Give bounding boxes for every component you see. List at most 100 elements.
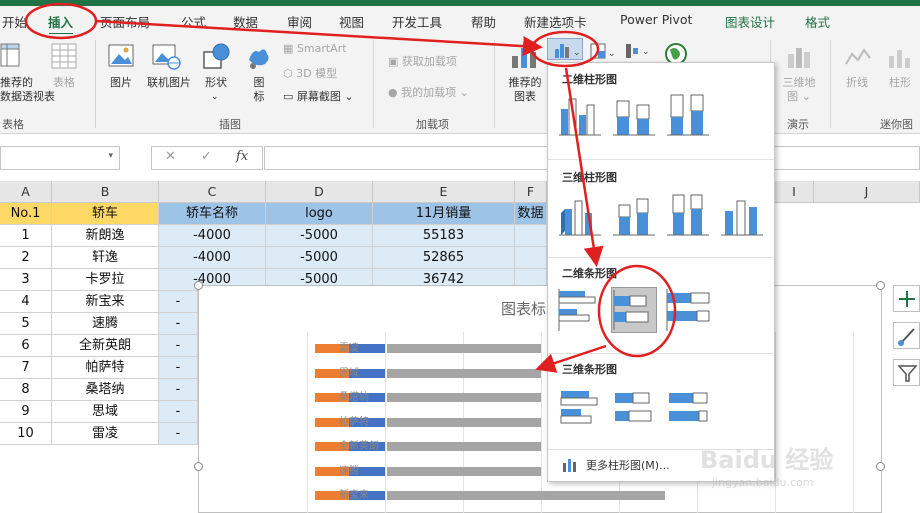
tab-format[interactable]: 格式 bbox=[805, 12, 830, 31]
header-cell[interactable]: 轿车 bbox=[52, 203, 159, 225]
bar-segment-gray[interactable] bbox=[387, 393, 541, 402]
tab-page-layout[interactable]: 页面布局 bbox=[100, 12, 150, 31]
chart-resize-handle[interactable] bbox=[876, 462, 885, 471]
percent-stacked-column-option[interactable] bbox=[665, 91, 711, 137]
table-cell[interactable]: 55183 bbox=[373, 225, 515, 247]
table-cell[interactable]: - bbox=[159, 291, 198, 313]
table-cell[interactable]: 全新英朗 bbox=[52, 335, 159, 357]
column-header[interactable]: I bbox=[775, 181, 814, 203]
table-cell[interactable]: - bbox=[159, 357, 198, 379]
waterfall-chart-icon[interactable]: ⌄ bbox=[623, 40, 653, 62]
table-cell[interactable]: 思域 bbox=[52, 401, 159, 423]
chart-filters-button[interactable] bbox=[893, 359, 920, 386]
table-cell[interactable]: 10 bbox=[0, 423, 52, 445]
tab-formulas[interactable]: 公式 bbox=[181, 12, 206, 31]
name-box-chevron-icon[interactable]: ▾ bbox=[108, 151, 113, 161]
bar-segment-gray[interactable] bbox=[387, 491, 665, 500]
cancel-icon[interactable]: ✕ bbox=[165, 149, 176, 164]
column-header[interactable]: E bbox=[373, 181, 515, 203]
tab-home[interactable]: 开始 bbox=[2, 12, 27, 31]
percent-stacked-bar-option[interactable] bbox=[665, 287, 711, 333]
table-cell[interactable]: 桑塔纳 bbox=[52, 379, 159, 401]
3d-column-option[interactable] bbox=[719, 191, 765, 237]
get-addins-button[interactable]: ▣ 获取加载项 bbox=[388, 53, 457, 69]
table-cell[interactable]: -4000 bbox=[159, 247, 266, 269]
confirm-icon[interactable]: ✓ bbox=[201, 149, 212, 164]
bar-segment-gray[interactable] bbox=[387, 369, 541, 378]
table-cell[interactable]: 7 bbox=[0, 357, 52, 379]
header-cell[interactable]: No.1 bbox=[0, 203, 52, 225]
table-cell[interactable]: - bbox=[159, 423, 198, 445]
table-cell[interactable]: 雷凌 bbox=[52, 423, 159, 445]
column-header[interactable]: D bbox=[266, 181, 373, 203]
insert-function-button[interactable]: fx bbox=[236, 149, 248, 164]
tab-insert[interactable]: 插入 bbox=[48, 12, 73, 31]
bar-segment-gray[interactable] bbox=[387, 344, 541, 353]
table-cell[interactable]: 6 bbox=[0, 335, 52, 357]
table-cell[interactable]: 新宝来 bbox=[52, 291, 159, 313]
3d-clustered-column-option[interactable] bbox=[557, 191, 603, 237]
table-cell[interactable]: - bbox=[159, 335, 198, 357]
column-header[interactable]: A bbox=[0, 181, 52, 203]
table-cell[interactable]: -5000 bbox=[266, 225, 373, 247]
header-cell[interactable]: 轿车名称 bbox=[159, 203, 266, 225]
3d-stacked-column-option[interactable] bbox=[611, 191, 657, 237]
tab-data[interactable]: 数据 bbox=[233, 12, 258, 31]
chart-title[interactable]: 图表标 bbox=[501, 298, 546, 319]
bar-segment-gray[interactable] bbox=[387, 467, 541, 476]
column-header[interactable]: B bbox=[52, 181, 159, 203]
hierarchy-chart-icon[interactable]: ⌄ bbox=[589, 42, 619, 62]
column-header[interactable]: C bbox=[159, 181, 266, 203]
clustered-column-option[interactable] bbox=[557, 91, 603, 137]
bar-segment-gray[interactable] bbox=[387, 442, 541, 451]
3d-percent-stacked-column-option[interactable] bbox=[665, 191, 711, 237]
my-addins-button[interactable]: ● 我的加载项 ⌄ bbox=[388, 84, 469, 100]
table-cell[interactable]: 3 bbox=[0, 269, 52, 291]
online-picture-button[interactable]: 联机图片 bbox=[142, 76, 196, 90]
smartart-button[interactable]: ▦ SmartArt bbox=[283, 42, 347, 55]
3d-clustered-bar-option[interactable] bbox=[557, 385, 603, 431]
name-box[interactable]: ▾ bbox=[0, 146, 120, 170]
table-cell[interactable]: 5 bbox=[0, 313, 52, 335]
tab-chart-design[interactable]: 图表设计 bbox=[725, 12, 775, 31]
chart-resize-handle[interactable] bbox=[194, 462, 203, 471]
table-cell[interactable]: -5000 bbox=[266, 247, 373, 269]
tab-view[interactable]: 视图 bbox=[339, 12, 364, 31]
tab-new[interactable]: 新建选项卡 bbox=[524, 12, 587, 31]
chart-elements-button[interactable] bbox=[893, 285, 920, 312]
chart-styles-button[interactable] bbox=[893, 322, 920, 349]
clustered-bar-option[interactable] bbox=[557, 287, 603, 333]
table-cell[interactable]: - bbox=[159, 379, 198, 401]
screenshot-button[interactable]: ▭ 屏幕截图 ⌄ bbox=[283, 88, 354, 104]
table-cell[interactable]: 9 bbox=[0, 401, 52, 423]
icons-button[interactable]: 图标 bbox=[248, 76, 270, 104]
sparkline-column-button[interactable]: 柱形 bbox=[884, 76, 916, 90]
table-cell[interactable]: 新朗逸 bbox=[52, 225, 159, 247]
table-cell[interactable]: 52865 bbox=[373, 247, 515, 269]
column-chart-button[interactable]: ⌄ bbox=[547, 38, 583, 60]
header-cell[interactable]: 11月销量 bbox=[373, 203, 515, 225]
sparkline-line-button[interactable]: 折线 bbox=[840, 76, 874, 90]
header-cell[interactable]: 数据 bbox=[515, 203, 547, 225]
recommended-charts-button[interactable]: 推荐的 图表 bbox=[504, 76, 546, 104]
column-header[interactable]: F bbox=[515, 181, 547, 203]
table-cell[interactable]: 2 bbox=[0, 247, 52, 269]
pivot-table-button[interactable]: 推荐的 数据透视表 bbox=[0, 76, 55, 104]
table-cell[interactable]: 1 bbox=[0, 225, 52, 247]
table-cell[interactable]: -4000 bbox=[159, 225, 266, 247]
table-cell[interactable] bbox=[515, 225, 547, 247]
table-cell[interactable]: 4 bbox=[0, 291, 52, 313]
picture-button[interactable]: 图片 bbox=[104, 76, 138, 90]
stacked-column-option[interactable] bbox=[611, 91, 657, 137]
shapes-chevron-icon[interactable]: ⌄ bbox=[211, 90, 219, 104]
chart-resize-handle[interactable] bbox=[194, 281, 203, 290]
table-cell[interactable]: 帕萨特 bbox=[52, 357, 159, 379]
more-column-charts-link[interactable]: 更多柱形图(M)... bbox=[586, 457, 670, 473]
chart-resize-handle[interactable] bbox=[876, 281, 885, 290]
column-header[interactable]: J bbox=[814, 181, 920, 203]
table-cell[interactable]: 8 bbox=[0, 379, 52, 401]
tab-developer[interactable]: 开发工具 bbox=[392, 12, 442, 31]
table-cell[interactable]: 轩逸 bbox=[52, 247, 159, 269]
shapes-button[interactable]: 形状 bbox=[199, 76, 233, 90]
bar-segment-gray[interactable] bbox=[387, 418, 541, 427]
